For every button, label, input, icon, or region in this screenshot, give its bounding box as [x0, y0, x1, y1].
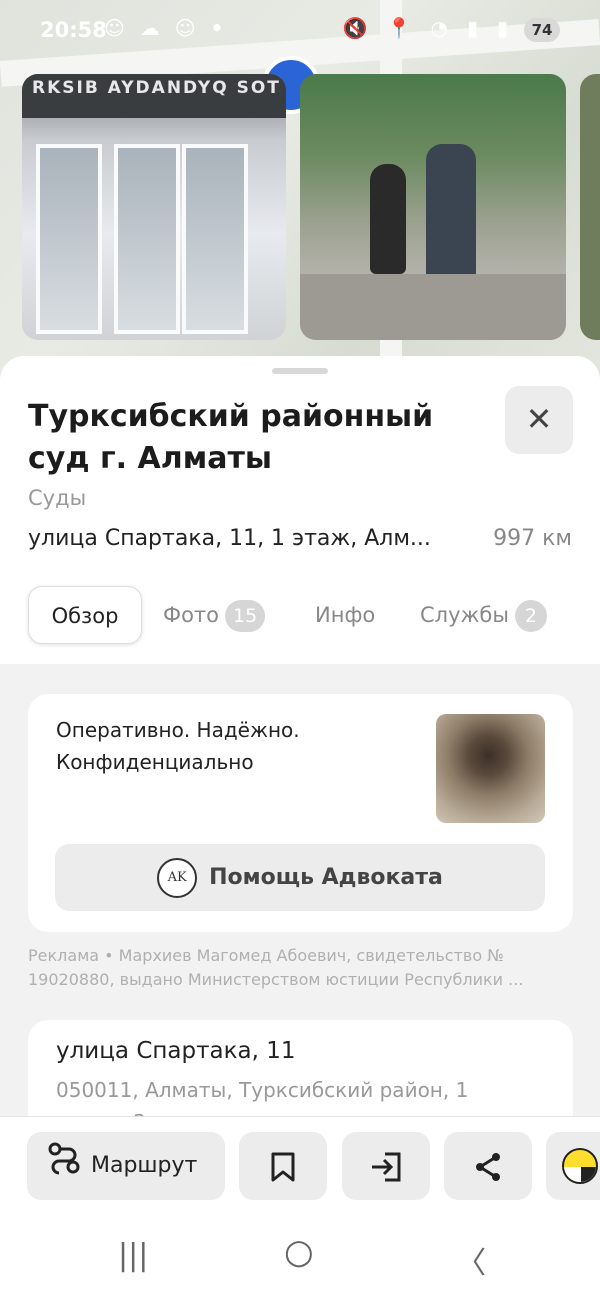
share-icon	[476, 1153, 500, 1181]
recents-icon[interactable]: |||	[118, 1238, 148, 1273]
share-button[interactable]	[444, 1132, 532, 1200]
ad-disclaimer[interactable]: Реклама • Мархиев Магомед Абоевич, свиде…	[28, 944, 573, 992]
route-button[interactable]: Маршрут	[27, 1132, 225, 1200]
tab-info[interactable]: Инфо	[315, 586, 375, 644]
photo-door	[36, 144, 102, 334]
photo-sign: RKSIB AYDANDYQ SOT	[22, 74, 286, 118]
photo-door	[182, 144, 248, 334]
tab-label: Службы	[420, 603, 509, 627]
photo-count-badge: 15	[225, 600, 266, 632]
lawyer-help-button[interactable]: AK Помощь Адвоката	[55, 844, 545, 911]
battery-icon: 74	[524, 18, 560, 42]
tab-label: Обзор	[51, 604, 119, 628]
address-street: улица Спартака, 11	[56, 1038, 296, 1064]
status-bar: 20:58 ☺ ☁ ☺ • 🔇 📍 ◔ ▮ ▮ 74	[0, 0, 600, 62]
yandex-go-button[interactable]	[546, 1132, 600, 1200]
bookmark-button[interactable]	[239, 1132, 327, 1200]
enter-icon	[372, 1152, 401, 1182]
sheet-drag-handle[interactable]	[272, 368, 328, 374]
photo-door	[114, 144, 180, 334]
photo-person	[370, 164, 406, 274]
photo-ground	[300, 274, 566, 340]
ad-text: Оперативно. Надёжно. Конфиденциально	[56, 718, 300, 774]
yandex-go-icon	[562, 1148, 598, 1184]
route-label: Маршрут	[91, 1153, 198, 1178]
photo-person	[426, 144, 476, 284]
tab-label: Фото	[163, 603, 220, 627]
enter-button[interactable]	[342, 1132, 430, 1200]
tab-label: Инфо	[315, 603, 376, 627]
close-button[interactable]: ✕	[505, 386, 573, 454]
place-photo[interactable]: RKSIB AYDANDYQ SOT	[22, 74, 286, 340]
tab-overview[interactable]: Обзор	[28, 586, 142, 644]
place-distance: 997 км	[493, 526, 572, 551]
system-navigation-bar: ||| ○ 〈	[0, 1220, 600, 1299]
notification-icons: ☺ ☁ ☺ •	[104, 16, 228, 40]
close-icon: ✕	[525, 400, 553, 438]
yandex-logo-part	[581, 1167, 596, 1182]
tab-services[interactable]: Службы 2	[420, 586, 547, 644]
route-icon	[47, 1132, 81, 1200]
ak-logo-icon: AK	[157, 858, 198, 898]
ad-photo	[436, 714, 545, 823]
tab-photos[interactable]: Фото 15	[163, 586, 266, 644]
services-count-badge: 2	[514, 600, 547, 632]
system-icons: 🔇 📍 ◔ ▮ ▮	[342, 16, 514, 40]
place-photo[interactable]	[300, 74, 566, 340]
home-icon[interactable]: ○	[284, 1232, 314, 1272]
status-time: 20:58	[40, 18, 107, 42]
ad-button-label: Помощь Адвоката	[209, 865, 443, 890]
place-address[interactable]: улица Спартака, 11, 1 этаж, Алм...	[28, 526, 468, 551]
back-icon[interactable]: 〈	[456, 1238, 486, 1282]
place-title: Турксибский районный суд г. Алматы	[28, 399, 434, 476]
ad-card[interactable]: Оперативно. Надёжно. Конфиденциально AK П…	[28, 694, 573, 932]
bookmark-icon	[271, 1152, 295, 1182]
place-photo[interactable]	[580, 74, 600, 340]
place-category[interactable]: Суды	[28, 486, 86, 510]
